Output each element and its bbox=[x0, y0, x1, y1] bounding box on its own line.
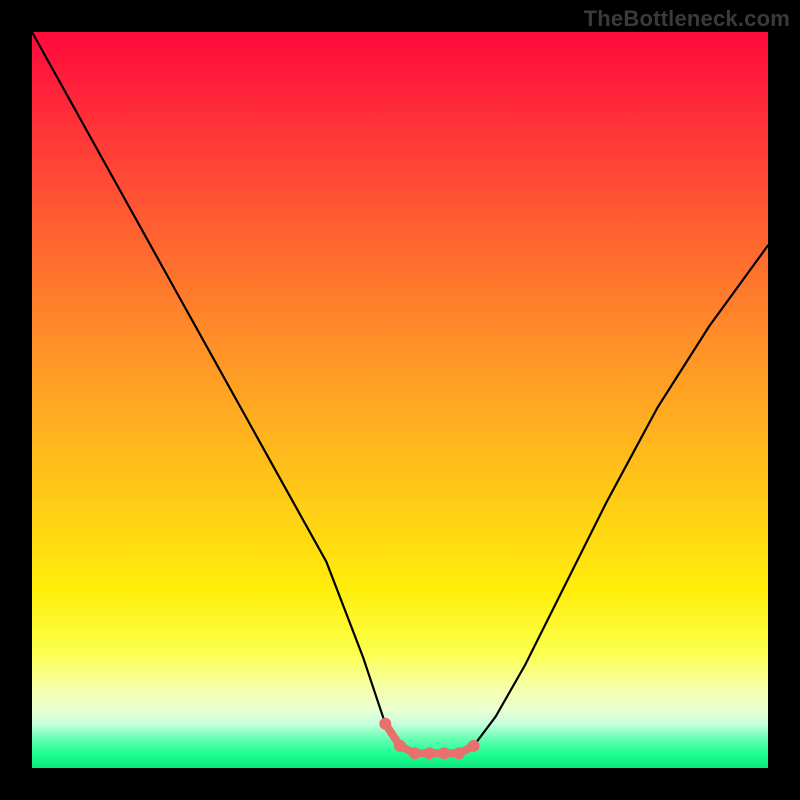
highlight-point bbox=[423, 747, 435, 759]
chart-svg bbox=[32, 32, 768, 768]
watermark-text: TheBottleneck.com bbox=[584, 6, 790, 32]
plot-area bbox=[32, 32, 768, 768]
highlight-point bbox=[438, 747, 450, 759]
highlight-point bbox=[468, 740, 480, 752]
highlight-point bbox=[394, 740, 406, 752]
highlight-point bbox=[379, 718, 391, 730]
highlight-point bbox=[409, 747, 421, 759]
highlight-point bbox=[453, 747, 465, 759]
bottleneck-curve bbox=[32, 32, 768, 753]
chart-frame: TheBottleneck.com bbox=[0, 0, 800, 800]
